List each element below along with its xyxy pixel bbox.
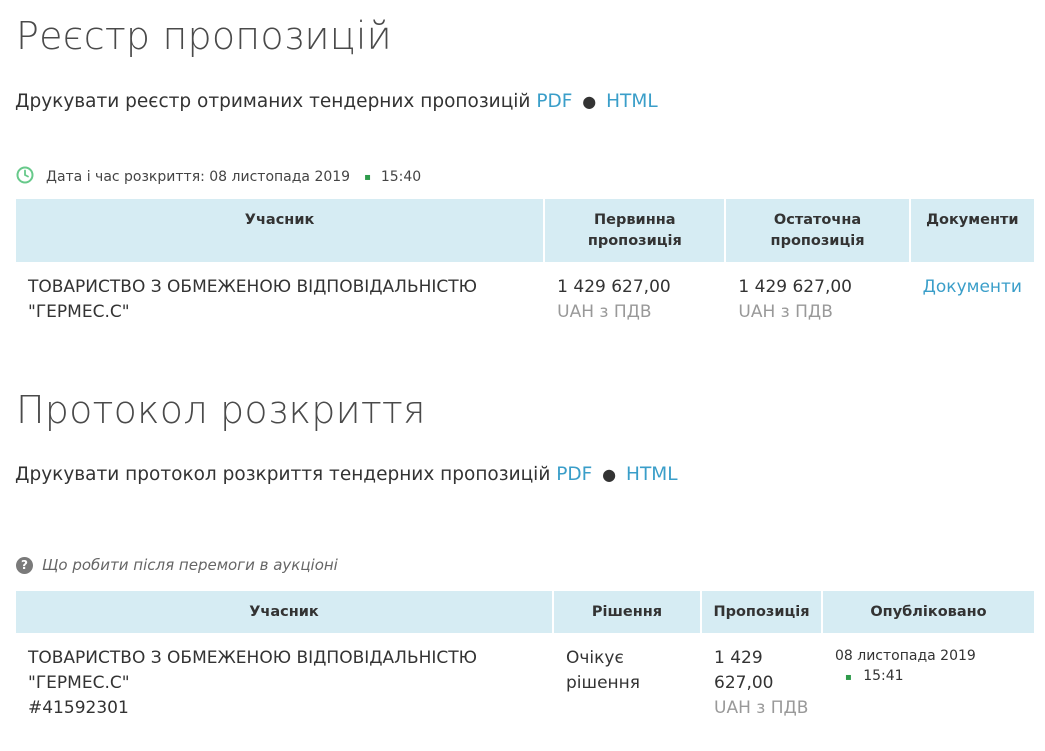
registry-table: Учасник Первинна пропозиція Остаточна пр… bbox=[16, 199, 1034, 335]
header-participant: Учасник bbox=[16, 199, 546, 262]
header-published: Опубліковано bbox=[823, 591, 1034, 633]
registry-pdf-link[interactable]: PDF bbox=[536, 91, 572, 112]
page: Реєстр пропозицій Друкувати реєстр отрим… bbox=[0, 0, 1045, 751]
header-final-offer: Остаточна пропозиція bbox=[726, 199, 911, 262]
protocol-print-line: Друкувати протокол розкриття тендерних п… bbox=[15, 464, 678, 485]
opening-time: 15:40 bbox=[380, 169, 422, 185]
header-initial-offer: Первинна пропозиція bbox=[545, 199, 727, 262]
header-decision: Рішення bbox=[554, 591, 702, 633]
protocol-print-separator: ● bbox=[602, 465, 617, 484]
final-amount: 1 429 627,00 bbox=[738, 277, 852, 297]
decision-status: Очікує рішення bbox=[566, 648, 640, 693]
initial-offer-cell: 1 429 627,00 UAH з ПДВ bbox=[545, 262, 726, 335]
documents-link[interactable]: Документи bbox=[923, 277, 1022, 297]
initial-currency: UAH з ПДВ bbox=[557, 302, 652, 322]
question-circle-icon: ? bbox=[16, 556, 33, 574]
offer-currency: UAH з ПДВ bbox=[714, 698, 809, 718]
registry-print-line: Друкувати реєстр отриманих тендерних про… bbox=[15, 91, 658, 112]
final-offer-cell: 1 429 627,00 UAH з ПДВ bbox=[726, 262, 910, 335]
participant-id: #41592301 bbox=[28, 698, 129, 718]
registry-title: Реєстр пропозицій bbox=[16, 14, 392, 58]
published-separator: ▪ bbox=[845, 672, 852, 683]
protocol-title: Протокол розкриття bbox=[16, 388, 426, 432]
protocol-pdf-link[interactable]: PDF bbox=[556, 464, 592, 485]
registry-html-link[interactable]: HTML bbox=[606, 91, 657, 112]
registry-table-header: Учасник Первинна пропозиція Остаточна пр… bbox=[16, 199, 1034, 262]
participant-name: ТОВАРИСТВО З ОБМЕЖЕНОЮ ВІДПОВІДАЛЬНІСТЮ … bbox=[28, 648, 478, 693]
clock-icon bbox=[16, 166, 46, 188]
offer-amount: 1 429 627,00 bbox=[714, 648, 774, 693]
published-time: 15:41 bbox=[863, 668, 904, 684]
opening-label: Дата і час розкриття: 08 листопада 2019 bbox=[46, 169, 351, 185]
header-participant: Учасник bbox=[16, 591, 554, 633]
help-text[interactable]: Що робити після перемоги в аукціоні bbox=[42, 556, 338, 574]
help-link[interactable]: ? Що робити після перемоги в аукціоні bbox=[16, 556, 338, 574]
participant-name: ТОВАРИСТВО З ОБМЕЖЕНОЮ ВІДПОВІДАЛЬНІСТЮ … bbox=[28, 277, 478, 322]
offer-cell: 1 429 627,00 UAH з ПДВ bbox=[702, 633, 823, 731]
registry-print-text: Друкувати реєстр отриманих тендерних про… bbox=[15, 91, 531, 112]
initial-amount: 1 429 627,00 bbox=[557, 277, 671, 297]
table-row: ТОВАРИСТВО З ОБМЕЖЕНОЮ ВІДПОВІДАЛЬНІСТЮ … bbox=[16, 633, 1034, 731]
published-date: 08 листопада 2019 bbox=[835, 648, 976, 664]
opening-separator: ▪ bbox=[364, 171, 371, 183]
protocol-html-link[interactable]: HTML bbox=[626, 464, 677, 485]
protocol-table: Учасник Рішення Пропозиція Опубліковано … bbox=[16, 591, 1034, 731]
table-row: ТОВАРИСТВО З ОБМЕЖЕНОЮ ВІДПОВІДАЛЬНІСТЮ … bbox=[16, 262, 1034, 335]
published-cell: 08 листопада 2019 ▪ 15:41 bbox=[823, 633, 1034, 731]
participant-cell: ТОВАРИСТВО З ОБМЕЖЕНОЮ ВІДПОВІДАЛЬНІСТЮ … bbox=[16, 633, 554, 731]
final-currency: UAH з ПДВ bbox=[738, 302, 833, 322]
protocol-table-header: Учасник Рішення Пропозиція Опубліковано bbox=[16, 591, 1034, 633]
header-offer: Пропозиція bbox=[702, 591, 823, 633]
opening-datetime: Дата і час розкриття: 08 листопада 2019 … bbox=[16, 166, 421, 188]
header-documents: Документи bbox=[910, 199, 1034, 262]
protocol-print-text: Друкувати протокол розкриття тендерних п… bbox=[15, 464, 551, 485]
documents-cell: Документи bbox=[911, 262, 1034, 335]
registry-print-separator: ● bbox=[582, 92, 597, 111]
